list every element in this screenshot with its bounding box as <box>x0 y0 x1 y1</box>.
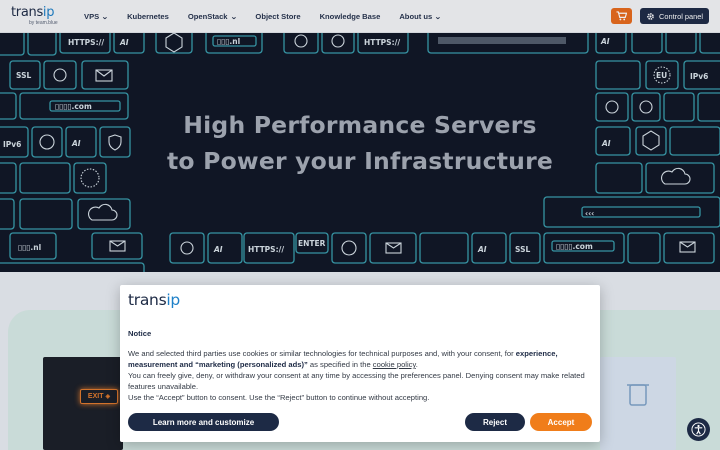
notice-paragraph-1: We and selected third parties use cookie… <box>128 349 558 369</box>
learn-more-button[interactable]: Learn more and customize <box>128 413 279 431</box>
cookie-consent-dialog: transip Notice We and selected third par… <box>120 285 600 442</box>
modal-logo: transip <box>128 291 180 309</box>
notice-body: We and selected third parties use cookie… <box>128 348 594 403</box>
notice-paragraph-3: Use the “Accept” button to consent. Use … <box>128 393 430 402</box>
accessibility-icon <box>691 422 706 437</box>
accessibility-button[interactable] <box>687 418 710 441</box>
notice-title: Notice <box>128 329 152 338</box>
accept-button[interactable]: Accept <box>530 413 592 431</box>
cookie-policy-link[interactable]: cookie policy <box>373 360 416 369</box>
notice-paragraph-2: You can freely give, deny, or withdraw y… <box>128 371 585 391</box>
reject-button[interactable]: Reject <box>465 413 525 431</box>
